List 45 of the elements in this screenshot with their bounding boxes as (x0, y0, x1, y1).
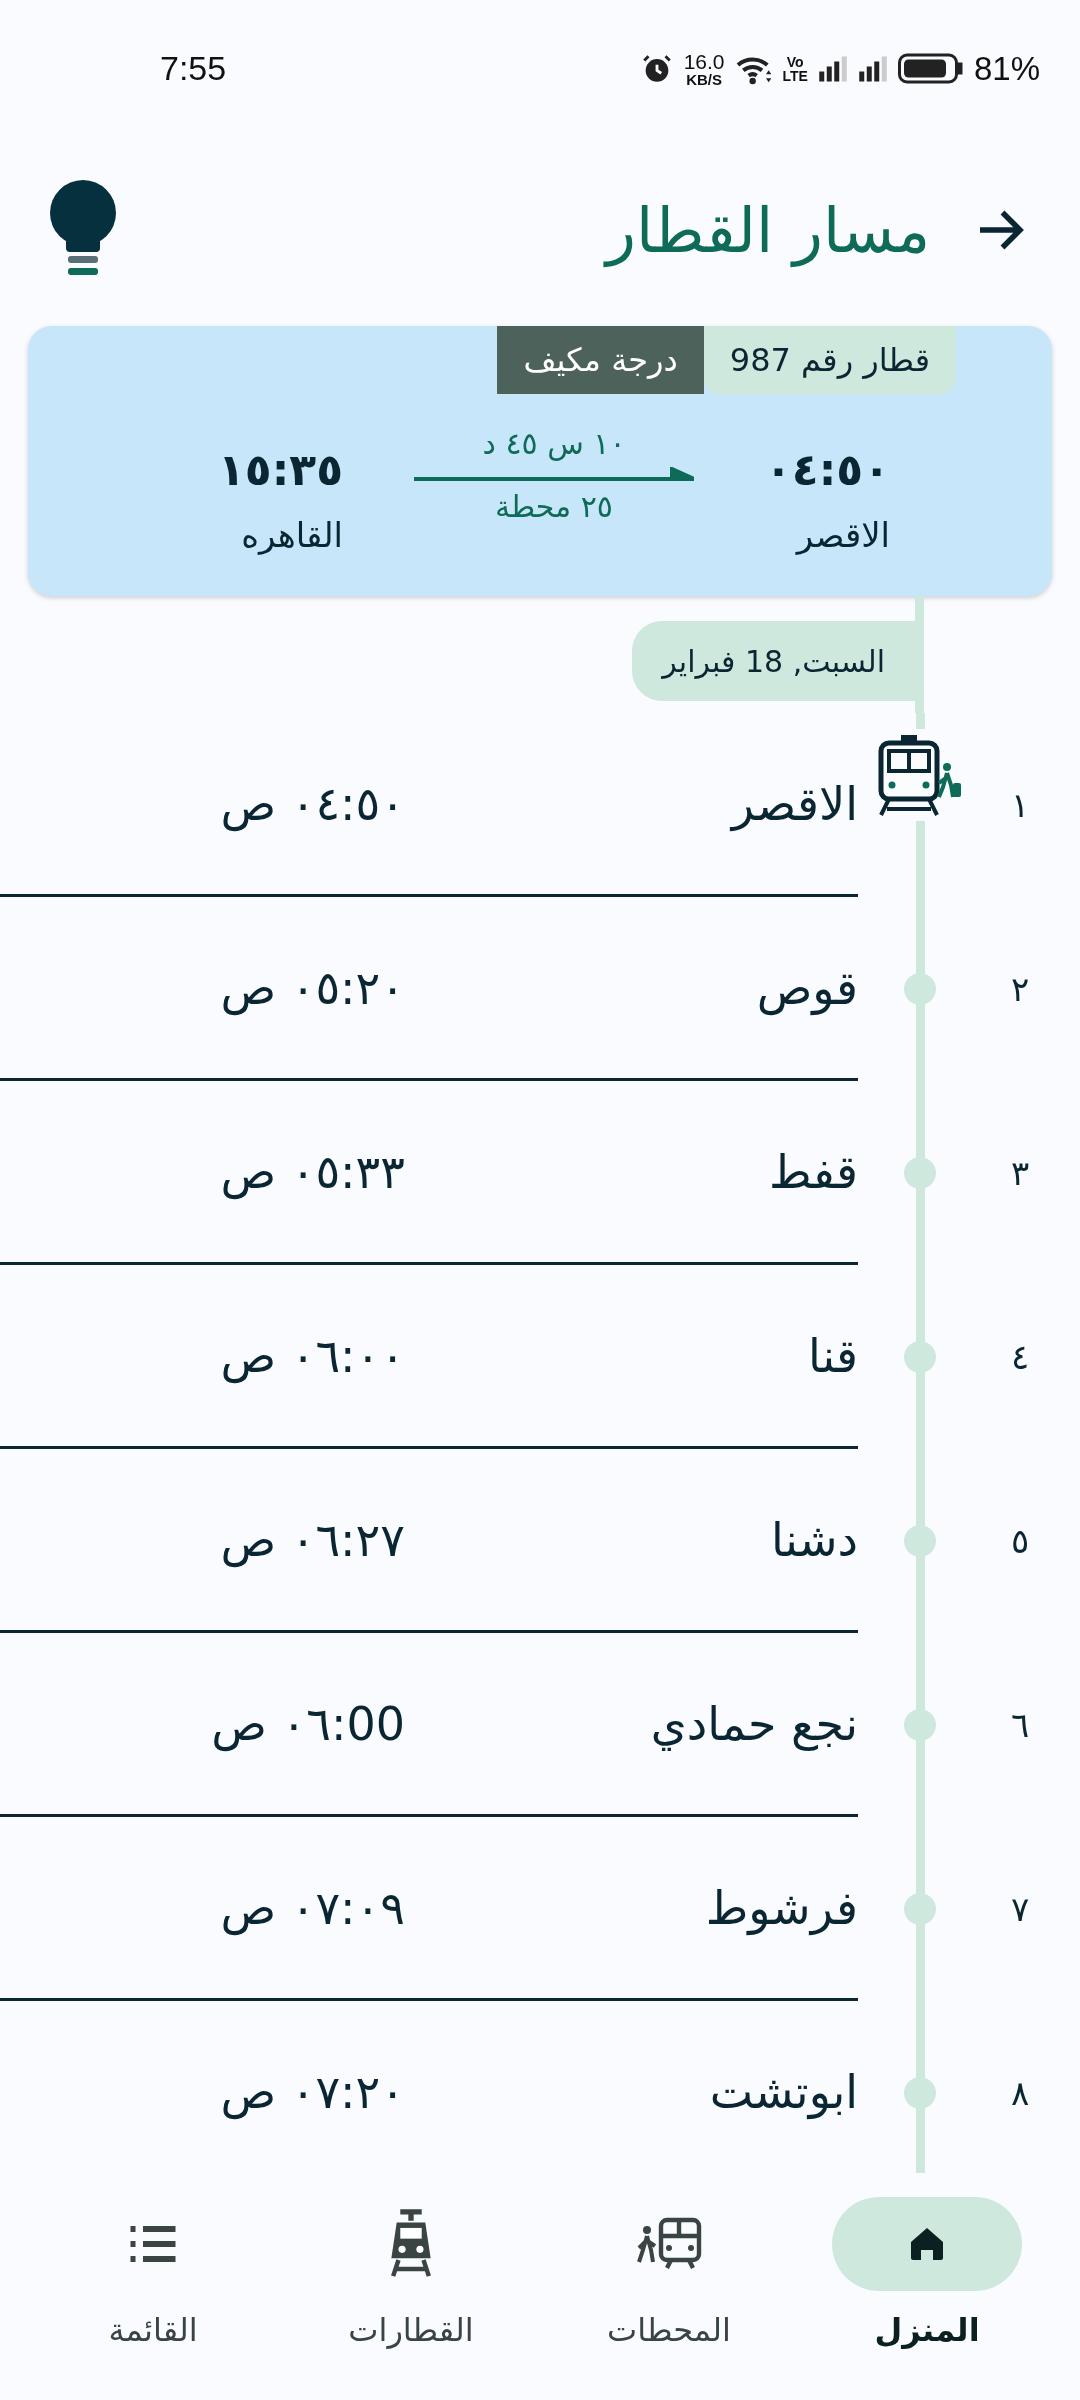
lte-label: LTE (782, 68, 808, 83)
stop-number: ٣ (1009, 1152, 1031, 1196)
speed-value: 16.0 (683, 50, 725, 72)
nav-tab[interactable]: المحطات (540, 2185, 798, 2350)
stop-number: ٢ (1009, 968, 1031, 1012)
nav-tab[interactable]: القائمة (24, 2185, 282, 2350)
stop-number: ٧ (1009, 1888, 1031, 1932)
stop-number: ١ (1009, 784, 1031, 828)
station-name: فرشوط (704, 1880, 858, 1935)
arrival-station: القاهره (241, 515, 344, 556)
stop-number: ٤ (1009, 1336, 1031, 1380)
date-label: السبت, 18 فبراير (632, 621, 915, 702)
stop-number: ٥ (1009, 1520, 1031, 1564)
station-name: قوص (755, 960, 858, 1015)
battery-percent: 81% (973, 49, 1040, 88)
stop-time: ٠٤:٥٠ ص (220, 776, 405, 831)
stop-time: ٠٦:٢٧ ص (220, 1512, 405, 1567)
stop-time: 00:٠٦ ص (211, 1696, 405, 1751)
station-name: الاقصر (728, 776, 858, 831)
stop-count: ٢٥ محطة (495, 488, 613, 524)
stop-time: ٠٦:٠٠ ص (220, 1328, 405, 1383)
trip-duration: ١٠ س ٤٥ د (482, 425, 626, 461)
speed-unit: KB/S (686, 71, 722, 87)
stop-number: ٦ (1009, 1704, 1031, 1748)
departure-time: ٠٤:٥٠ (764, 444, 890, 496)
nav-tab[interactable]: المنزل (798, 2185, 1056, 2350)
departure-station: الاقصر (796, 515, 890, 556)
nav-tab[interactable]: القطارات (282, 2185, 540, 2350)
station-name: نجع حمادي (649, 1696, 858, 1751)
station-name: قفط (768, 1144, 858, 1199)
stop-time: ٠٥:٣٣ ص (220, 1144, 405, 1199)
station-name: دشنا (770, 1512, 858, 1567)
class-tag: درجة مكيف (497, 326, 704, 395)
stop-number: ٨ (1009, 2072, 1031, 2116)
stop-time: ٠٥:٢٠ ص (220, 960, 405, 1015)
stop-time: ٠٧:٠٩ ص (220, 1880, 405, 1935)
arrival-time: ١٥:٣٥ (218, 444, 344, 496)
stop-time: ٠٧:٢٠ ص (220, 2064, 405, 2119)
volte-label: Vo (786, 54, 804, 69)
clock-time: 7:55 (160, 49, 227, 89)
station-name: ابوتشت (708, 2064, 858, 2119)
station-name: قنا (807, 1328, 858, 1383)
direction-arrow-icon (414, 466, 694, 483)
battery-icon (897, 52, 964, 86)
train-number-tag: قطار رقم 987 (703, 326, 956, 395)
